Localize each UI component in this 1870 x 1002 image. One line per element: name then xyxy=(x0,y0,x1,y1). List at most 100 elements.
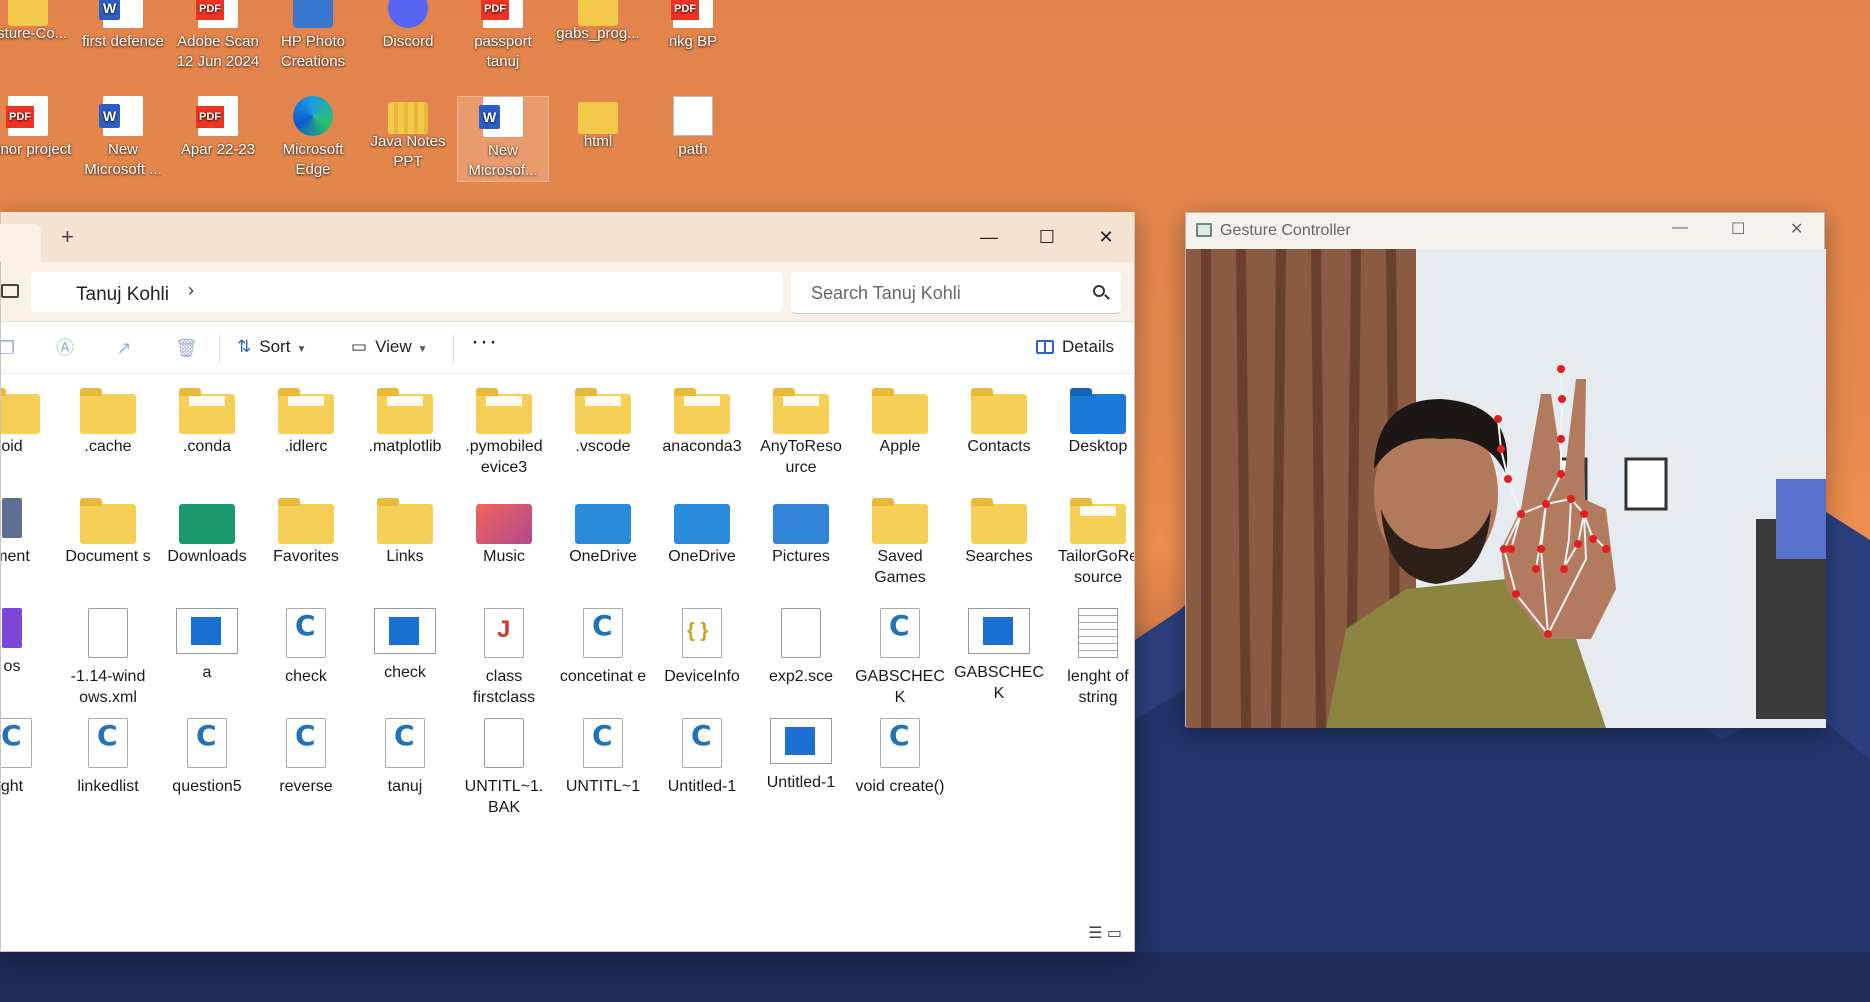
folder-paper-icon xyxy=(1070,498,1126,544)
file-item[interactable]: .matplotlib xyxy=(356,388,454,457)
explorer-tab[interactable]: ✕ xyxy=(0,224,41,262)
file-label: -1.14-wind ows.xml xyxy=(70,668,146,706)
file-item[interactable]: GABSCHEC K xyxy=(851,608,949,708)
file-label: a xyxy=(202,664,212,681)
file-item[interactable]: OneDrive xyxy=(554,498,652,567)
file-item[interactable]: ght xyxy=(1,718,61,797)
file-item[interactable]: question5 xyxy=(158,718,256,797)
desktop-icon[interactable]: HP Photo Creations xyxy=(267,0,359,72)
word-icon xyxy=(99,0,143,28)
file-label: .vscode xyxy=(575,438,631,455)
details-button[interactable]: Details xyxy=(1036,337,1114,357)
desktop-icon[interactable]: esture-Co... xyxy=(0,0,74,44)
file-item[interactable]: ment xyxy=(1,498,61,567)
file-item[interactable]: lenght of string xyxy=(1049,608,1134,708)
folder-paper-icon xyxy=(278,388,334,434)
file-item[interactable]: OneDrive xyxy=(653,498,751,567)
file-label: .idlerc xyxy=(284,438,328,455)
file-item[interactable]: Document s xyxy=(59,498,157,567)
file-item[interactable]: DeviceInfo xyxy=(653,608,751,687)
file-item[interactable]: check xyxy=(257,608,355,687)
search-icon[interactable] xyxy=(1093,285,1105,297)
file-item[interactable]: os xyxy=(1,608,61,677)
desktop-icon[interactable]: minor project xyxy=(0,96,74,160)
folder-icon xyxy=(872,498,928,544)
desktop-icon[interactable]: passport tanuj xyxy=(457,0,549,72)
file-label: Downloads xyxy=(167,548,247,565)
file-item[interactable]: linkedlist xyxy=(59,718,157,797)
desktop-icon[interactable]: gabs_prog... xyxy=(552,0,644,44)
view-button[interactable]: ▭ View ▼ xyxy=(351,337,428,357)
file-item[interactable]: a xyxy=(158,608,256,683)
breadcrumb-tanuj-kohli[interactable]: Tanuj Kohli xyxy=(76,284,169,306)
desktop-icon[interactable]: New Microsof... xyxy=(457,96,549,182)
desktop-icon[interactable]: Discord xyxy=(362,0,454,52)
desktop-icon[interactable]: first defence xyxy=(77,0,169,52)
file-item[interactable]: Apple xyxy=(851,388,949,457)
file-item[interactable]: TailorGoRe source xyxy=(1049,498,1134,588)
desktop-icon[interactable]: path xyxy=(647,96,739,160)
file-item[interactable]: Links xyxy=(356,498,454,567)
file-item[interactable]: void create() xyxy=(851,718,949,797)
file-label: Untitled-1 xyxy=(766,774,836,791)
file-item[interactable]: -1.14-wind ows.xml xyxy=(59,608,157,708)
file-item[interactable]: Untitled-1 xyxy=(653,718,751,797)
desktop-icon-label: first defence xyxy=(82,33,164,50)
file-item[interactable]: UNTITL~1 xyxy=(554,718,652,797)
file-item[interactable]: class firstclass xyxy=(455,608,553,708)
pictures-icon xyxy=(773,504,829,544)
file-item[interactable]: GABSCHEC K xyxy=(950,608,1048,704)
desktop-icon[interactable]: Java Notes PPT xyxy=(362,96,454,172)
desktop-icon[interactable]: New Microsoft ... xyxy=(77,96,169,180)
file-item[interactable]: .conda xyxy=(158,388,256,457)
file-item[interactable]: Downloads xyxy=(158,498,256,567)
copy-icon[interactable]: ❐ xyxy=(0,338,17,358)
file-item[interactable]: Untitled-1 xyxy=(752,718,850,793)
new-tab-button[interactable]: + xyxy=(61,224,74,250)
view-mode-icons[interactable]: ☰ ▭ xyxy=(1088,923,1122,943)
desktop-icon[interactable]: Adobe Scan 12 Jun 2024 xyxy=(172,0,264,72)
desktop-icon[interactable]: Apar 22-23 xyxy=(172,96,264,160)
desktop-icon[interactable]: Microsoft Edge xyxy=(267,96,359,180)
file-item[interactable]: tanuj xyxy=(356,718,454,797)
maximize-button[interactable]: ☐ xyxy=(1027,222,1067,252)
close-button[interactable]: ✕ xyxy=(1086,222,1126,252)
file-item[interactable]: Contacts xyxy=(950,388,1048,457)
file-item[interactable]: Favorites xyxy=(257,498,355,567)
file-item[interactable]: .pymobiled evice3 xyxy=(455,388,553,478)
file-item[interactable]: UNTITL~1. BAK xyxy=(455,718,553,818)
file-item[interactable]: oid xyxy=(1,388,61,457)
maximize-button[interactable]: ☐ xyxy=(1731,219,1745,239)
file-item[interactable]: Saved Games xyxy=(851,498,949,588)
file-item[interactable]: reverse xyxy=(257,718,355,797)
file-item[interactable]: .cache xyxy=(59,388,157,457)
pdf-icon xyxy=(671,0,713,28)
file-label: UNTITL~1 xyxy=(565,778,641,795)
toolbar-divider xyxy=(219,334,220,364)
desktop-icon[interactable]: html xyxy=(552,96,644,152)
file-item[interactable]: Music xyxy=(455,498,553,567)
close-button[interactable]: ✕ xyxy=(1790,219,1803,239)
more-options-button[interactable]: ··· xyxy=(471,328,498,356)
file-item[interactable]: .idlerc xyxy=(257,388,355,457)
rename-icon[interactable]: Ⓐ xyxy=(55,338,75,358)
file-item[interactable]: exp2.sce xyxy=(752,608,850,687)
desktop-icon[interactable]: nkg BP xyxy=(647,0,739,52)
minimize-button[interactable]: — xyxy=(1672,219,1688,237)
file-label: Pictures xyxy=(772,548,830,565)
delete-icon[interactable]: 🗑 xyxy=(175,338,198,358)
file-item[interactable]: Searches xyxy=(950,498,1048,567)
sort-button[interactable]: ⇅ Sort ▼ xyxy=(237,337,306,357)
share-icon[interactable]: ↗ xyxy=(114,338,134,358)
chevron-right-icon[interactable]: › xyxy=(188,280,194,301)
file-item[interactable]: concetinat e xyxy=(554,608,652,687)
search-input[interactable]: Search Tanuj Kohli xyxy=(791,272,1121,314)
this-pc-icon[interactable] xyxy=(1,284,19,298)
file-item[interactable]: Desktop xyxy=(1049,388,1134,457)
file-item[interactable]: Pictures xyxy=(752,498,850,567)
minimize-button[interactable]: — xyxy=(969,222,1009,252)
file-item[interactable]: check xyxy=(356,608,454,683)
file-item[interactable]: AnyToReso urce xyxy=(752,388,850,478)
file-item[interactable]: anaconda3 xyxy=(653,388,751,457)
file-item[interactable]: .vscode xyxy=(554,388,652,457)
